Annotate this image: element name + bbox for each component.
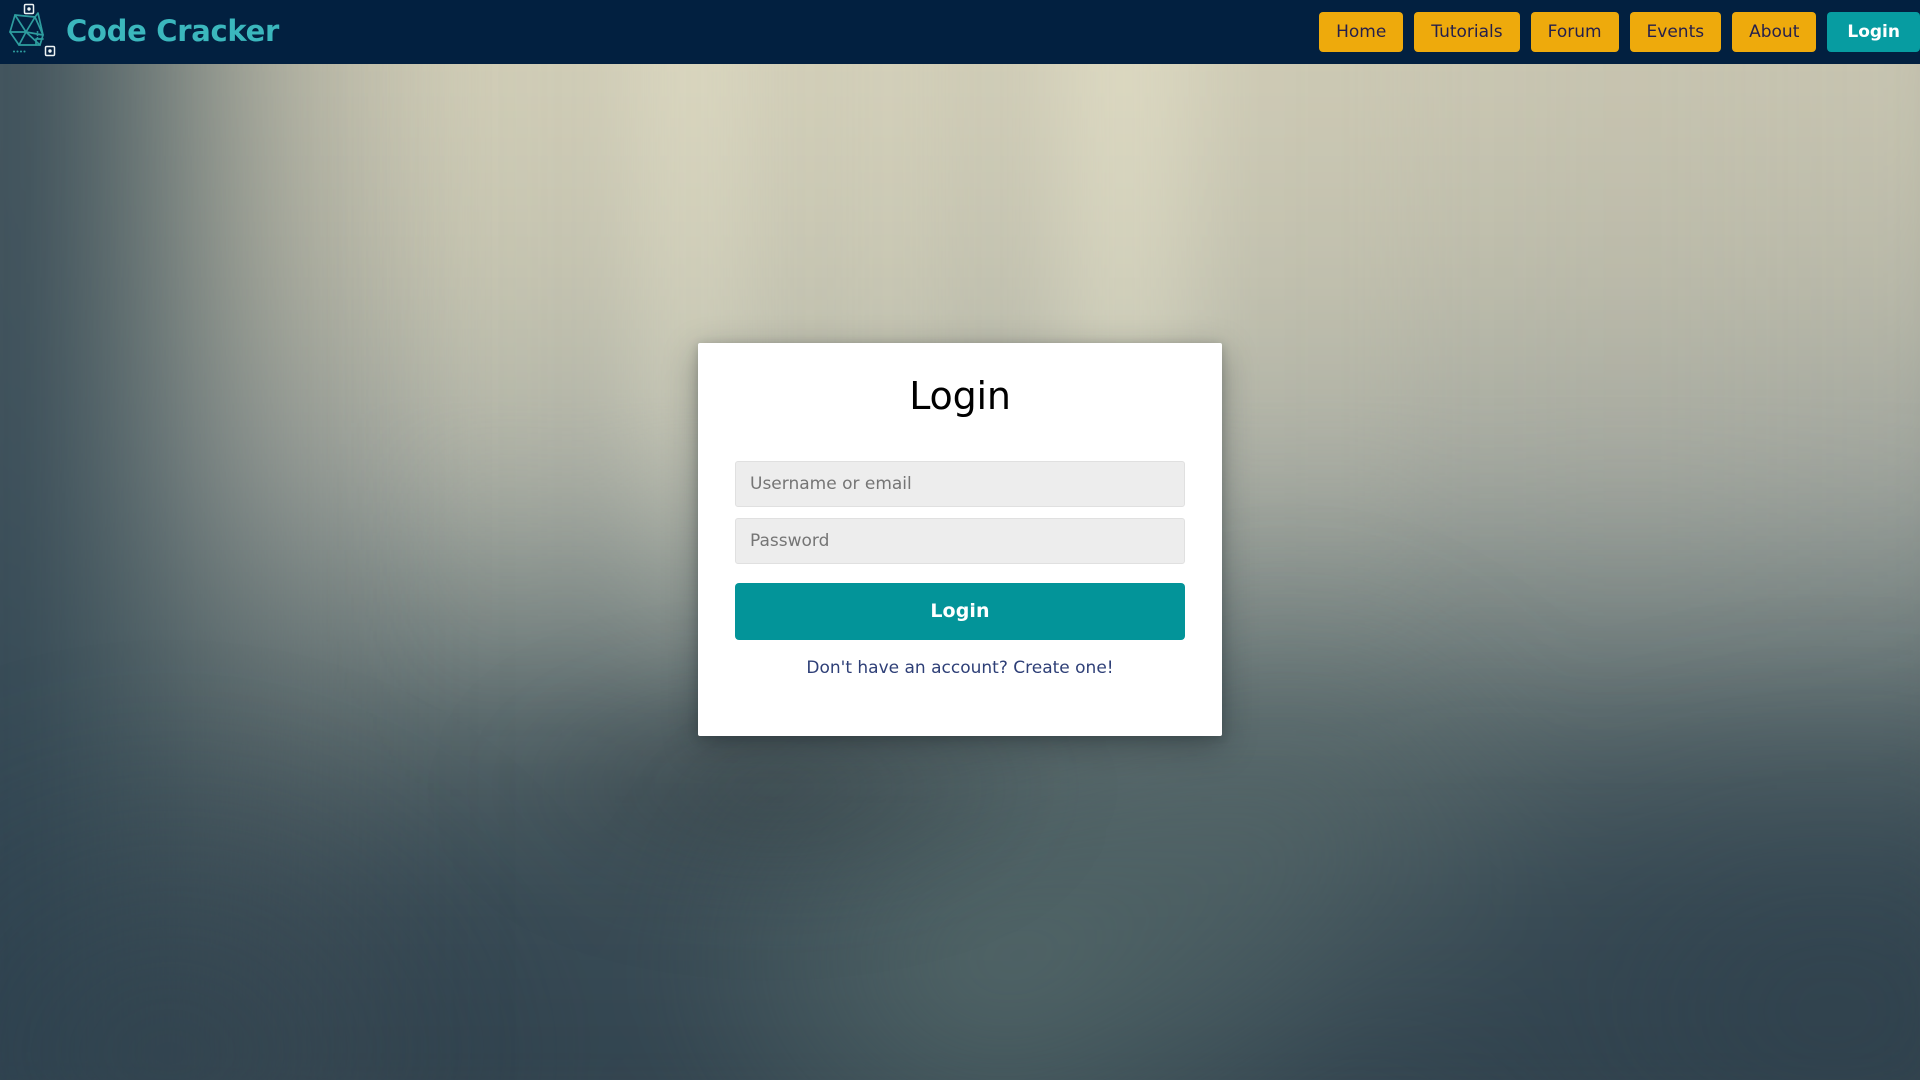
navbar: Code Cracker Home Tutorials Forum Events…: [0, 0, 1920, 64]
create-account-link[interactable]: Don't have an account? Create one!: [734, 658, 1186, 678]
nav-item-events[interactable]: Events: [1629, 12, 1722, 52]
nav-item-home[interactable]: Home: [1319, 12, 1404, 52]
nav-item-forum[interactable]: Forum: [1530, 12, 1619, 52]
nav-item-tutorials[interactable]: Tutorials: [1414, 12, 1520, 52]
page-title: Login: [909, 374, 1011, 418]
polygon-constellation-icon: [9, 3, 56, 57]
login-submit-button[interactable]: Login: [735, 582, 1185, 640]
login-card: Login Login Don't have an account? Creat…: [698, 343, 1222, 736]
nav-links: Home Tutorials Forum Events About Login: [1319, 0, 1920, 64]
brand-name: Code Cracker: [66, 13, 279, 48]
login-page: Code Cracker Home Tutorials Forum Events…: [0, 0, 1920, 1080]
nav-item-about[interactable]: About: [1732, 12, 1817, 52]
password-input[interactable]: [735, 517, 1185, 564]
username-input[interactable]: [735, 460, 1185, 507]
brand-home-link[interactable]: Code Cracker: [0, 0, 279, 64]
nav-item-login[interactable]: Login: [1827, 12, 1920, 52]
